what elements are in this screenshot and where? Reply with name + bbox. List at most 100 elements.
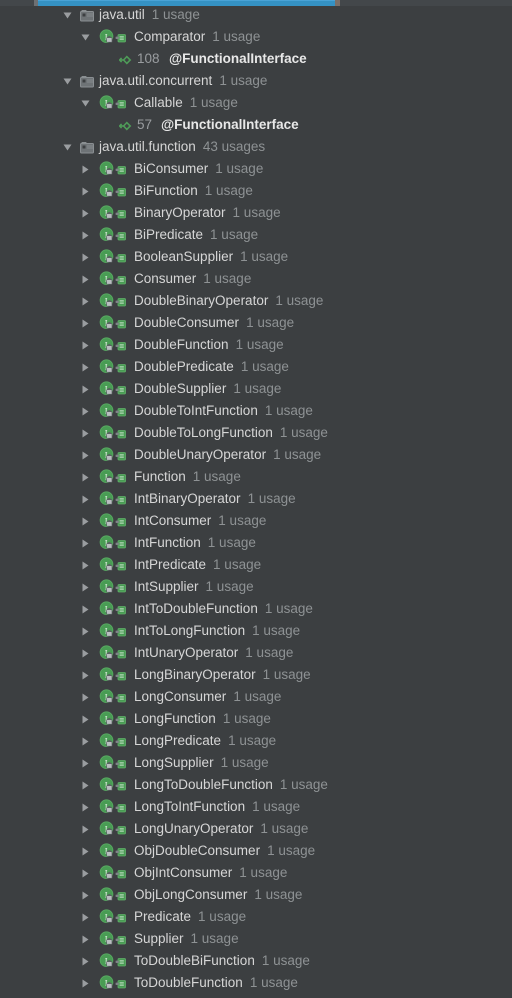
chevron-right-icon[interactable]: [80, 620, 92, 642]
chevron-right-icon[interactable]: [80, 488, 92, 510]
interface-row[interactable]: I ObjIntConsumer 1 usage: [0, 862, 512, 884]
interface-row[interactable]: I IntToDoubleFunction 1 usage: [0, 598, 512, 620]
interface-row[interactable]: I BiFunction 1 usage: [0, 180, 512, 202]
interface-row[interactable]: I IntUnaryOperator 1 usage: [0, 642, 512, 664]
package-row[interactable]: java.util.function 43 usages: [0, 136, 512, 158]
interface-row[interactable]: I Supplier 1 usage: [0, 928, 512, 950]
chevron-right-icon[interactable]: [80, 664, 92, 686]
interface-row[interactable]: I ObjLongConsumer 1 usage: [0, 884, 512, 906]
chevron-right-icon[interactable]: [80, 862, 92, 884]
interface-row[interactable]: I BiConsumer 1 usage: [0, 158, 512, 180]
chevron-right-icon[interactable]: [80, 180, 92, 202]
chevron-right-icon[interactable]: [80, 554, 92, 576]
chevron-right-icon[interactable]: [80, 906, 92, 928]
chevron-down-icon[interactable]: [62, 136, 74, 158]
interface-row[interactable]: I LongToDoubleFunction 1 usage: [0, 774, 512, 796]
chevron-right-icon[interactable]: [80, 774, 92, 796]
usage-row[interactable]: 108 @FunctionalInterface: [0, 48, 512, 70]
chevron-right-icon[interactable]: [80, 884, 92, 906]
interface-row[interactable]: I DoublePredicate 1 usage: [0, 356, 512, 378]
interface-name: Supplier 1 usage: [134, 928, 239, 950]
interface-row[interactable]: I LongBinaryOperator 1 usage: [0, 664, 512, 686]
interface-row[interactable]: I DoubleToIntFunction 1 usage: [0, 400, 512, 422]
chevron-right-icon[interactable]: [80, 928, 92, 950]
package-row[interactable]: java.util.concurrent 1 usage: [0, 70, 512, 92]
interface-icon: I: [99, 447, 115, 463]
chevron-right-icon[interactable]: [80, 598, 92, 620]
interface-row[interactable]: I LongUnaryOperator 1 usage: [0, 818, 512, 840]
interface-row[interactable]: I ObjDoubleConsumer 1 usage: [0, 840, 512, 862]
usage-count: 1 usage: [254, 887, 303, 902]
interface-row[interactable]: I DoubleFunction 1 usage: [0, 334, 512, 356]
chevron-right-icon[interactable]: [80, 290, 92, 312]
chevron-down-icon[interactable]: [80, 92, 92, 114]
chevron-right-icon[interactable]: [80, 840, 92, 862]
chevron-right-icon[interactable]: [80, 730, 92, 752]
chevron-right-icon[interactable]: [80, 752, 92, 774]
interface-row[interactable]: I DoubleConsumer 1 usage: [0, 312, 512, 334]
interface-row[interactable]: I Function 1 usage: [0, 466, 512, 488]
chevron-right-icon[interactable]: [80, 818, 92, 840]
chevron-right-icon[interactable]: [80, 202, 92, 224]
interface-row[interactable]: I Callable 1 usage: [0, 92, 512, 114]
chevron-down-icon[interactable]: [80, 26, 92, 48]
interface-row[interactable]: I IntBinaryOperator 1 usage: [0, 488, 512, 510]
interface-row[interactable]: I IntSupplier 1 usage: [0, 576, 512, 598]
chevron-right-icon[interactable]: [80, 444, 92, 466]
chevron-right-icon[interactable]: [80, 400, 92, 422]
chevron-right-icon[interactable]: [80, 422, 92, 444]
interface-row[interactable]: I Consumer 1 usage: [0, 268, 512, 290]
chevron-right-icon[interactable]: [80, 642, 92, 664]
interface-row[interactable]: I LongFunction 1 usage: [0, 708, 512, 730]
chevron-right-icon[interactable]: [80, 686, 92, 708]
chevron-right-icon[interactable]: [80, 158, 92, 180]
chevron-right-icon[interactable]: [80, 708, 92, 730]
chevron-right-icon[interactable]: [80, 356, 92, 378]
interface-row[interactable]: I IntFunction 1 usage: [0, 532, 512, 554]
interface-row[interactable]: I DoubleBinaryOperator 1 usage: [0, 290, 512, 312]
interface-row[interactable]: I LongSupplier 1 usage: [0, 752, 512, 774]
chevron-right-icon[interactable]: [80, 246, 92, 268]
chevron-right-icon[interactable]: [80, 510, 92, 532]
chevron-down-icon[interactable]: [62, 4, 74, 26]
chevron-right-icon[interactable]: [80, 950, 92, 972]
interface-row[interactable]: I LongConsumer 1 usage: [0, 686, 512, 708]
usage-row[interactable]: 57 @FunctionalInterface: [0, 114, 512, 136]
usage-count: 1 usage: [249, 975, 298, 990]
interface-row[interactable]: I DoubleSupplier 1 usage: [0, 378, 512, 400]
interface-row[interactable]: I IntConsumer 1 usage: [0, 510, 512, 532]
chevron-right-icon[interactable]: [80, 466, 92, 488]
interface-row[interactable]: I IntPredicate 1 usage: [0, 554, 512, 576]
interface-row[interactable]: I BiPredicate 1 usage: [0, 224, 512, 246]
interface-row[interactable]: I IntToLongFunction 1 usage: [0, 620, 512, 642]
package-row[interactable]: java.util 1 usage: [0, 4, 512, 26]
usage-count: 1 usage: [267, 843, 316, 858]
chevron-right-icon[interactable]: [80, 268, 92, 290]
interface-row[interactable]: I ToDoubleBiFunction 1 usage: [0, 950, 512, 972]
interface-row[interactable]: I DoubleToLongFunction 1 usage: [0, 422, 512, 444]
interface-row[interactable]: I LongToIntFunction 1 usage: [0, 796, 512, 818]
interface-row[interactable]: I Predicate 1 usage: [0, 906, 512, 928]
chevron-right-icon[interactable]: [80, 334, 92, 356]
interface-row[interactable]: I ToDoubleFunction 1 usage: [0, 972, 512, 994]
chevron-right-icon[interactable]: [80, 378, 92, 400]
package-name: java.util.function 43 usages: [99, 136, 265, 158]
chevron-right-icon[interactable]: [80, 312, 92, 334]
usage-count: 1 usage: [151, 7, 200, 22]
interface-row[interactable]: I DoubleUnaryOperator 1 usage: [0, 444, 512, 466]
usage-count: 1 usage: [264, 403, 313, 418]
element-label-text: Function: [134, 469, 186, 484]
find-usages-tree[interactable]: java.util 1 usage I Comparator 1 usage 108 @Fu…: [0, 4, 512, 994]
chevron-right-icon[interactable]: [80, 576, 92, 598]
chevron-right-icon[interactable]: [80, 796, 92, 818]
usage-snippet: @FunctionalInterface: [161, 117, 299, 132]
chevron-down-icon[interactable]: [62, 70, 74, 92]
interface-row[interactable]: I BooleanSupplier 1 usage: [0, 246, 512, 268]
interface-row[interactable]: I BinaryOperator 1 usage: [0, 202, 512, 224]
chevron-right-icon[interactable]: [80, 972, 92, 994]
chevron-right-icon[interactable]: [80, 224, 92, 246]
chevron-right-icon[interactable]: [80, 532, 92, 554]
interface-row[interactable]: I LongPredicate 1 usage: [0, 730, 512, 752]
interface-row[interactable]: I Comparator 1 usage: [0, 26, 512, 48]
interface-name: LongPredicate 1 usage: [134, 730, 276, 752]
